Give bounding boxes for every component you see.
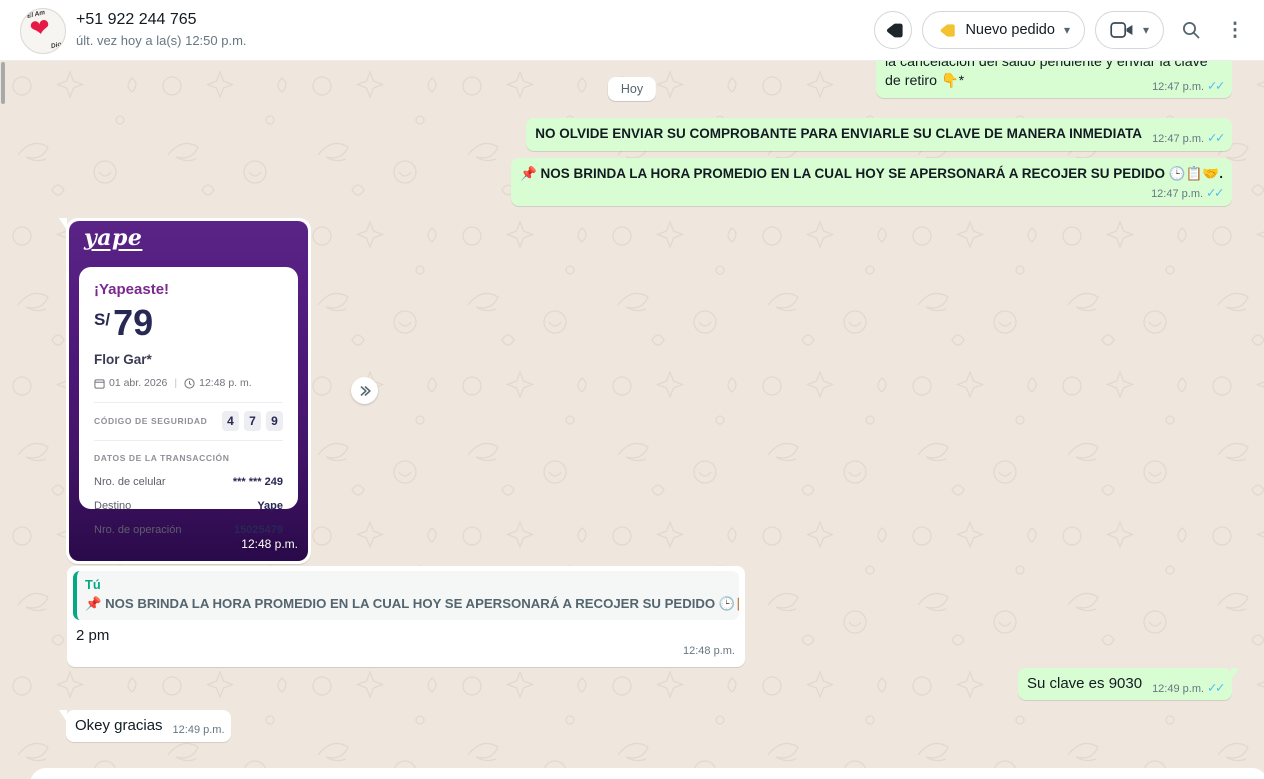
new-order-button[interactable]: Nuevo pedido ▾: [922, 11, 1085, 49]
message-time: 12:49 p.m.: [1152, 683, 1204, 695]
contact-name: +51 922 244 765: [76, 9, 247, 31]
receipt-title: ¡Yapeaste!: [94, 280, 283, 299]
message-meta: 12:49 p.m.: [173, 723, 225, 737]
amount-value: 79: [113, 302, 153, 343]
message-time: 12:48 p.m.: [683, 642, 735, 661]
message-text: Okey gracias: [75, 717, 163, 734]
message-outgoing[interactable]: NO OLVIDE ENVIAR SU COMPROBANTE PARA ENV…: [526, 118, 1232, 151]
code-digit: 9: [266, 411, 283, 431]
clock-icon: [184, 378, 195, 389]
receipt-card: ¡Yapeaste! S/79 Flor Gar* 01 abr. 2026 |…: [79, 267, 298, 509]
transaction-row: DestinoYape: [94, 497, 283, 516]
message-text: 2 pm: [73, 620, 739, 645]
yape-logo: yape: [69, 221, 142, 248]
image-message-receipt[interactable]: yape ¡Yapeaste! S/79 Flor Gar* 01 abr. 2…: [66, 218, 311, 564]
label-icon-yellow: [937, 21, 956, 40]
message-meta: 12:47 p.m.✓✓: [1152, 79, 1226, 94]
scrollbar[interactable]: [1, 62, 5, 104]
transaction-row: Nro. de celular*** *** 249: [94, 473, 283, 492]
message-meta: 12:47 p.m.✓✓: [520, 186, 1225, 202]
forward-button[interactable]: [351, 377, 378, 404]
chevron-down-icon: ▾: [1143, 23, 1149, 37]
label-button[interactable]: [874, 11, 912, 49]
read-receipt-icon: ✓✓: [1207, 79, 1226, 93]
yape-receipt: yape ¡Yapeaste! S/79 Flor Gar* 01 abr. 2…: [69, 221, 308, 561]
code-digit: 4: [222, 411, 239, 431]
kebab-menu-icon: ⋮: [1226, 19, 1245, 42]
read-receipt-icon: ✓✓: [1207, 681, 1226, 695]
heart-icon: ❤: [28, 15, 52, 44]
date-chip: Hoy: [608, 77, 656, 101]
read-receipt-icon: ✓✓: [1207, 131, 1226, 145]
message-input[interactable]: [30, 768, 1264, 779]
calendar-icon: [94, 378, 105, 389]
receipt-time: 12:48 p. m.: [199, 374, 252, 393]
message-meta: 12:47 p.m.✓✓: [1152, 131, 1226, 146]
contact-avatar[interactable]: El Am ❤ Dio: [20, 8, 66, 54]
label-icon: [883, 20, 904, 41]
quote-author: Tú: [85, 576, 729, 594]
message-meta: 12:49 p.m.✓✓: [1152, 681, 1226, 696]
whatsapp-window: El Am ❤ Dio +51 922 244 765 últ. vez hoy…: [0, 0, 1264, 779]
message-outgoing[interactable]: Su clave es 9030 12:49 p.m.✓✓: [1018, 668, 1232, 700]
message-outgoing[interactable]: la cancelación del saldo pendiente y env…: [876, 60, 1232, 98]
security-code-label: CÓDIGO DE SEGURIDAD: [94, 412, 207, 431]
message-time: 12:49 p.m.: [173, 724, 225, 736]
message-time: 12:47 p.m.: [1152, 133, 1204, 145]
read-receipt-icon: ✓✓: [1206, 186, 1225, 200]
message-time: 12:47 p.m.: [1152, 81, 1204, 93]
message-text: NO OLVIDE ENVIAR SU COMPROBANTE PARA ENV…: [535, 126, 1142, 141]
message-text: Su clave es 9030: [1027, 675, 1142, 692]
video-call-icon: [1110, 21, 1134, 39]
receipt-datetime: 01 abr. 2026 | 12:48 p. m.: [94, 374, 283, 393]
header-actions: Nuevo pedido ▾ ▾ ⋮: [874, 11, 1252, 49]
message-incoming[interactable]: Okey gracias 12:49 p.m.: [66, 710, 231, 742]
security-code-row: CÓDIGO DE SEGURIDAD 4 7 9: [94, 411, 283, 431]
quoted-message[interactable]: Tú 📌 NOS BRINDA LA HORA PROMEDIO EN LA C…: [73, 571, 739, 620]
message-outgoing[interactable]: 📌 NOS BRINDA LA HORA PROMEDIO EN LA CUAL…: [511, 158, 1232, 206]
search-button[interactable]: [1174, 11, 1208, 49]
separator: |: [174, 374, 177, 393]
code-digit: 7: [244, 411, 261, 431]
message-text: 📌 NOS BRINDA LA HORA PROMEDIO EN LA CUAL…: [520, 166, 1223, 181]
menu-button[interactable]: ⋮: [1218, 11, 1252, 49]
chat-header: El Am ❤ Dio +51 922 244 765 últ. vez hoy…: [0, 0, 1264, 61]
chevron-down-icon: ▾: [1064, 23, 1070, 37]
security-code-digits: 4 7 9: [222, 411, 283, 431]
avatar-text: Dio: [50, 41, 62, 50]
forward-icon: [357, 383, 373, 399]
transaction-label: DATOS DE LA TRANSACCIÓN: [94, 449, 283, 468]
video-call-button[interactable]: ▾: [1095, 11, 1164, 49]
message-incoming[interactable]: Tú 📌 NOS BRINDA LA HORA PROMEDIO EN LA C…: [67, 566, 745, 667]
message-time: 12:47 p.m.: [1151, 188, 1203, 200]
receipt-date: 01 abr. 2026: [109, 374, 167, 393]
search-icon: [1181, 20, 1201, 40]
currency: S/: [94, 310, 110, 329]
receipt-amount: S/79: [94, 306, 283, 341]
message-time: 12:48 p.m.: [241, 535, 298, 554]
quote-text: 📌 NOS BRINDA LA HORA PROMEDIO EN LA CUAL…: [85, 594, 729, 613]
new-order-label: Nuevo pedido: [965, 22, 1055, 38]
contact-info[interactable]: +51 922 244 765 últ. vez hoy a la(s) 12:…: [76, 9, 247, 50]
last-seen-status: últ. vez hoy a la(s) 12:50 p.m.: [76, 31, 247, 50]
recipient-name: Flor Gar*: [94, 350, 283, 369]
chat-area: Hoy la cancelación del saldo pendiente y…: [0, 60, 1264, 779]
